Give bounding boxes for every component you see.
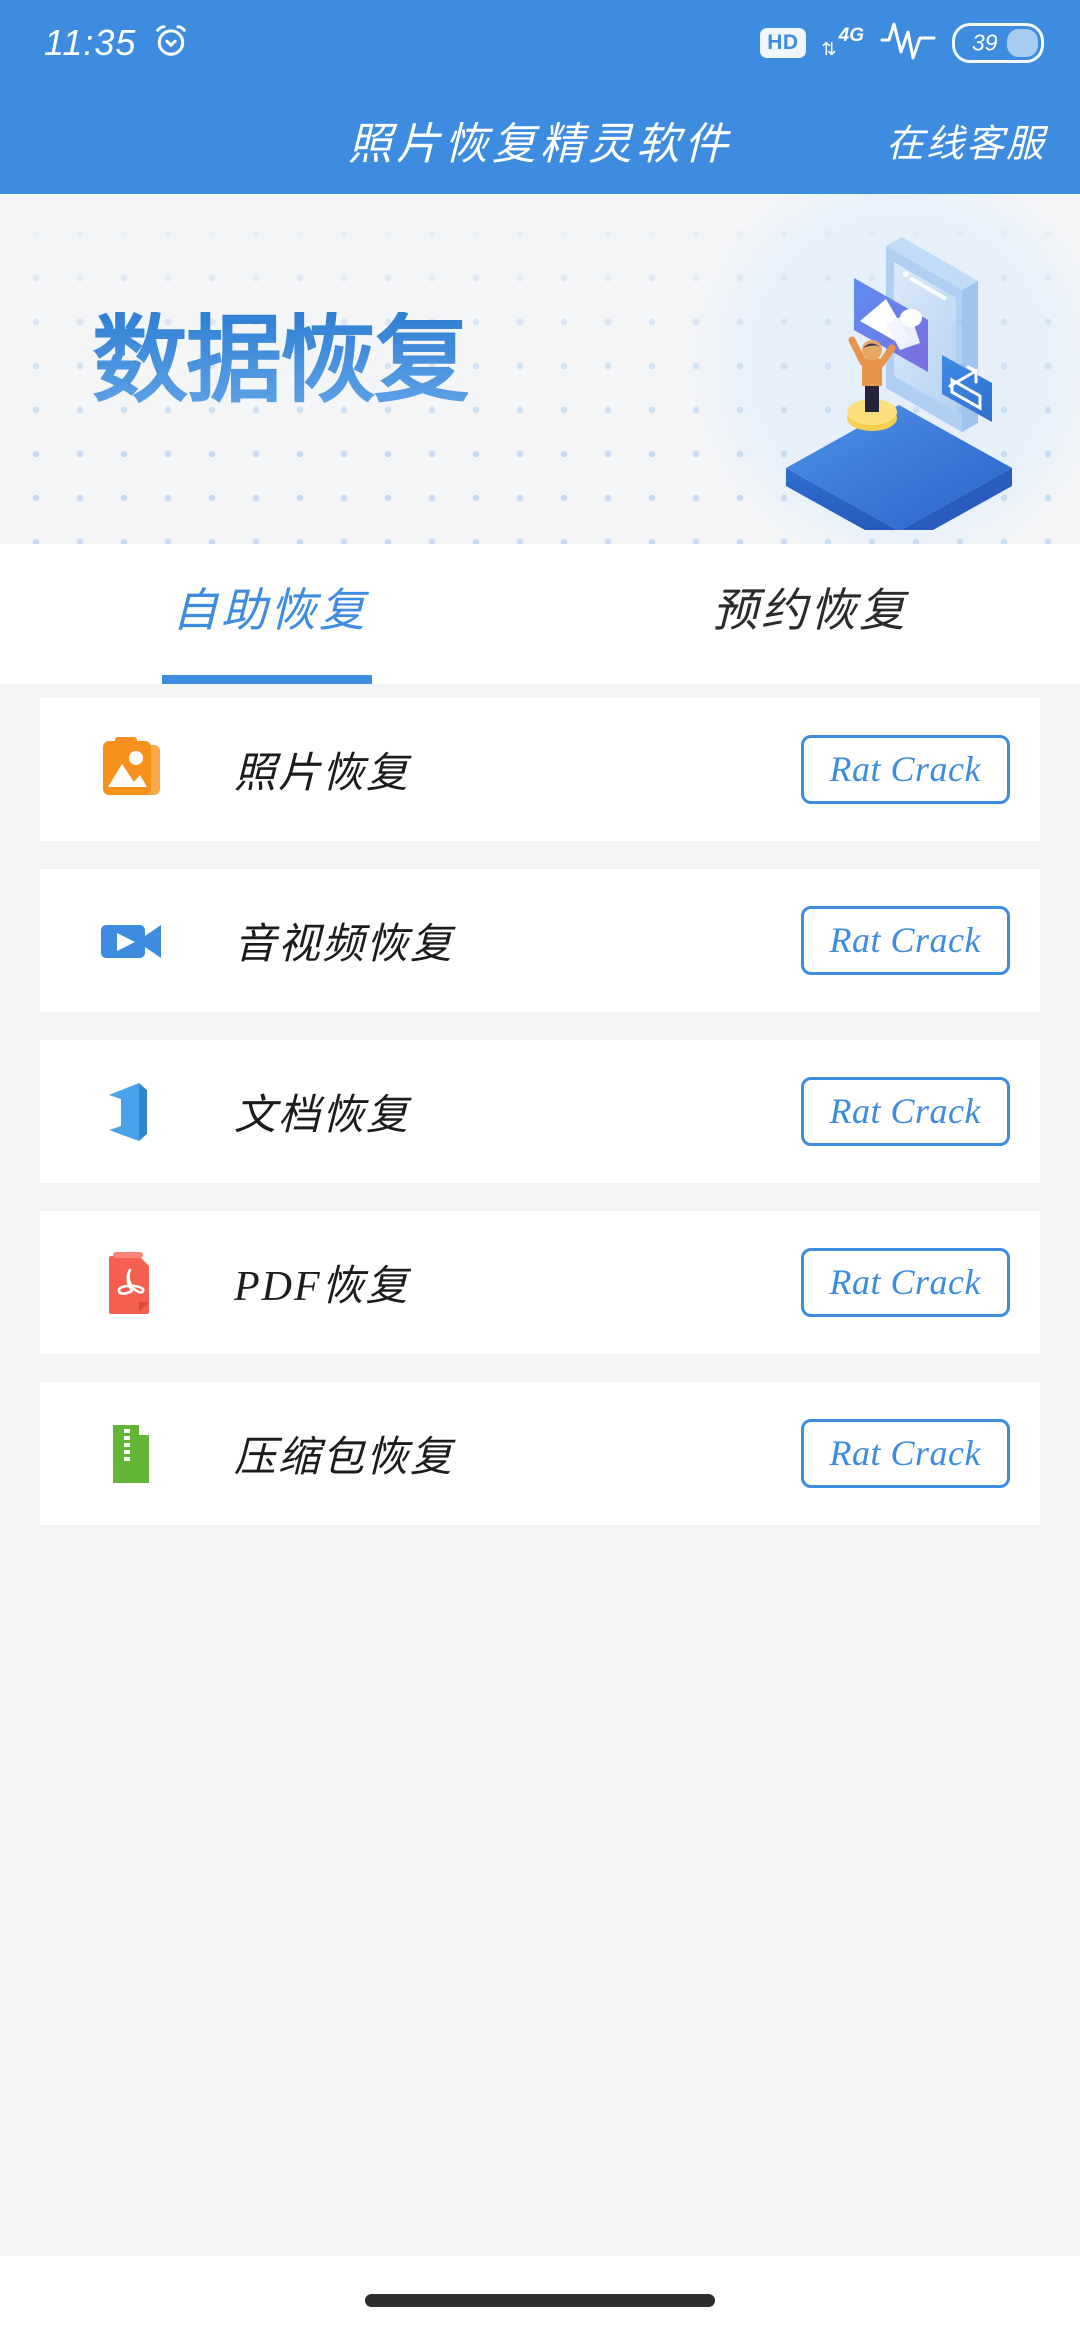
list-item[interactable]: 照片恢复 Rat Crack: [40, 698, 1040, 841]
banner-title: 数据恢复: [92, 304, 470, 416]
hero-banner: 数据恢复: [0, 194, 1080, 544]
isometric-data-recovery-illustration: [734, 200, 1064, 544]
signal-waveform-icon: [880, 18, 936, 69]
list-item[interactable]: 音视频恢复 Rat Crack: [40, 869, 1040, 1012]
list-item-label: 文档恢复: [234, 1093, 411, 1139]
status-bar-left: 11:35: [44, 22, 190, 65]
recover-button[interactable]: Rat Crack: [800, 1076, 1010, 1147]
tab-active-underline: [162, 675, 372, 684]
home-gesture-bar[interactable]: [365, 2293, 715, 2307]
office-doc-icon: [88, 1070, 172, 1154]
list-item[interactable]: 文档恢复 Rat Crack: [40, 1040, 1040, 1183]
battery-indicator: 39: [952, 23, 1044, 63]
recover-button[interactable]: Rat Crack: [800, 905, 1010, 976]
tab-self-service-recovery[interactable]: 自助恢复: [0, 544, 540, 684]
status-bar-right: HD ⇅ 4G 39: [760, 18, 1044, 69]
status-time: 11:35: [44, 22, 137, 63]
zip-archive-icon: [88, 1412, 172, 1496]
recover-button[interactable]: Rat Crack: [800, 734, 1010, 805]
pdf-file-icon: [88, 1241, 172, 1325]
recovery-mode-tabs: 自助恢复 预约恢复: [0, 544, 1080, 684]
page-title: 照片恢复精灵软件: [348, 120, 732, 169]
system-navigation-bar: [0, 2256, 1080, 2340]
network-type-label: 4G: [838, 25, 864, 46]
battery-percent-label: 39: [972, 29, 998, 56]
list-item-label: 压缩包恢复: [234, 1435, 455, 1481]
data-transfer-arrows-icon: ⇅: [821, 39, 837, 59]
battery-fill-level: [1007, 29, 1038, 57]
online-support-link[interactable]: 在线客服: [886, 113, 1046, 168]
network-type-indicator: ⇅ 4G: [821, 25, 864, 59]
alarm-clock-icon: [152, 22, 190, 65]
recover-button[interactable]: Rat Crack: [800, 1247, 1010, 1318]
app-header: 照片恢复精灵软件 在线客服: [0, 86, 1080, 194]
status-bar: 11:35 HD ⇅ 4G 39: [0, 0, 1080, 86]
tab-appointment-recovery[interactable]: 预约恢复: [540, 544, 1080, 684]
photo-stack-icon: [88, 728, 172, 812]
video-camera-icon: [88, 899, 172, 983]
list-item[interactable]: PDF恢复 Rat Crack: [40, 1211, 1040, 1354]
hd-badge: HD: [760, 27, 806, 59]
list-item[interactable]: 压缩包恢复 Rat Crack: [40, 1382, 1040, 1525]
list-item-label: 音视频恢复: [234, 922, 455, 968]
recover-button[interactable]: Rat Crack: [800, 1418, 1010, 1489]
recovery-type-list: 照片恢复 Rat Crack 音视频恢复 Rat Crack 文档恢复 Rat …: [0, 698, 1080, 1525]
list-item-label: PDF恢复: [234, 1264, 410, 1310]
list-item-label: 照片恢复: [234, 751, 411, 797]
